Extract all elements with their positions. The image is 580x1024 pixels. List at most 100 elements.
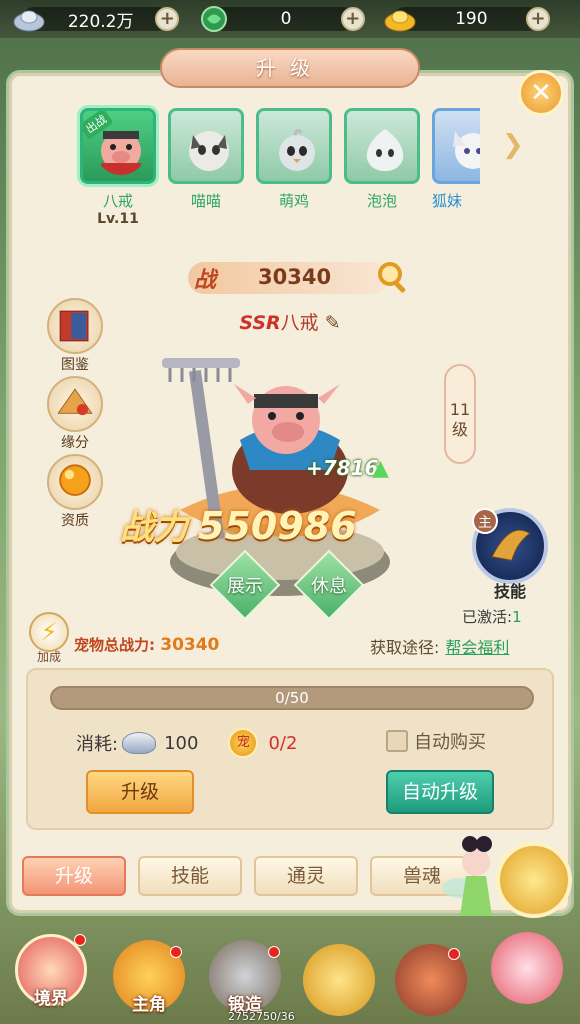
exp-readout: 2752750/36: [228, 1010, 295, 1023]
nav-realm-label: 境界: [34, 989, 68, 1009]
pet-title-name: 八戒: [280, 312, 319, 334]
fairy-guide-icon[interactable]: [440, 826, 510, 936]
atlas-label: 图鉴: [57, 354, 93, 374]
skill-activated: 已激活:1: [462, 606, 522, 627]
gold-ingot-icon: [384, 10, 416, 32]
pet-item-paopao[interactable]: 泡泡: [344, 108, 420, 227]
aptitude-label: 资质: [57, 510, 93, 530]
battle-value-bar: 战 30340: [188, 262, 388, 294]
add-silver-button[interactable]: +: [155, 7, 180, 31]
edit-icon[interactable]: ✎: [325, 312, 341, 334]
pet-avatar: 出战: [80, 108, 156, 184]
nav-realm[interactable]: 境界: [8, 934, 94, 1009]
pig-avatar-icon: [101, 131, 141, 175]
cost-label: 消耗:: [76, 734, 119, 755]
pet-token-icon: 宠: [228, 728, 259, 758]
fate-button[interactable]: 缘分: [44, 376, 106, 452]
auto-upgrade-button[interactable]: 自动升级: [386, 770, 494, 814]
notification-dot: [74, 934, 86, 946]
add-jade-button[interactable]: +: [340, 7, 365, 31]
resource-bar: 220.2万 + 0 + 190 +: [0, 0, 580, 38]
chick-avatar-icon: [279, 128, 315, 171]
nav-item-5[interactable]: [388, 944, 474, 1016]
battle-label: 战: [194, 268, 217, 293]
magnifier-icon[interactable]: [376, 260, 410, 294]
add-gold-button[interactable]: +: [525, 7, 550, 31]
level-badge: 11 级: [444, 364, 476, 464]
level-number: 11: [449, 400, 471, 419]
total-pet-power: 宠物总战力: 30340: [74, 634, 219, 655]
auto-buy-toggle[interactable]: 自动购买: [386, 728, 486, 754]
level-unit: 级: [451, 420, 468, 439]
show-label: 展示: [227, 576, 263, 597]
token-cost: 0/2: [268, 732, 298, 754]
pet-name: 泡泡: [366, 192, 397, 210]
close-button[interactable]: ✕: [518, 70, 564, 116]
pet-avatar: [344, 108, 420, 184]
total-power-label: 宠物总战力:: [74, 636, 155, 654]
nav-forge[interactable]: 锻造: [202, 940, 288, 1015]
show-button[interactable]: 展示: [209, 549, 281, 621]
pet-name: 八戒: [102, 192, 133, 210]
resource-silver: 220.2万 +: [12, 5, 180, 33]
combat-power: 战力 550986: [120, 500, 440, 548]
skill-button[interactable]: 主 技能: [470, 508, 550, 602]
atlas-button[interactable]: 图鉴: [44, 298, 106, 374]
pet-name: 喵喵: [190, 192, 221, 210]
pet-title: SSR八戒 ✎: [220, 308, 360, 334]
acquire-source: 获取途径: 帮会福利: [370, 634, 509, 658]
panel-tabs: 升级 技能 通灵 兽魂: [22, 856, 474, 896]
pet-name: 狐妹: [432, 192, 463, 210]
pet-avatar: [256, 108, 332, 184]
bonus-label: 加成: [36, 650, 61, 664]
silver-cost: 100: [164, 732, 199, 754]
skill-label: 技能: [493, 582, 526, 601]
tab-skill[interactable]: 技能: [138, 856, 242, 896]
rest-label: 休息: [311, 576, 347, 597]
upgrade-cost: 消耗: 100 宠 0/2: [76, 728, 297, 758]
tab-spirit[interactable]: 通灵: [254, 856, 358, 896]
tab-upgrade[interactable]: 升级: [22, 856, 126, 896]
pet-avatar: [432, 108, 480, 184]
pet-item-miaomiao[interactable]: 喵喵: [168, 108, 244, 227]
nav-hero-label: 主角: [132, 995, 166, 1015]
upgrade-button[interactable]: 升级: [86, 770, 194, 814]
pet-item-bajie[interactable]: 出战 八戒 Lv.11: [80, 108, 156, 227]
lightning-icon: ⚡: [40, 618, 58, 646]
pet-level: Lv.11: [97, 211, 139, 227]
total-power-value: 30340: [160, 635, 220, 655]
resource-jade: 0 +: [197, 5, 365, 33]
chevron-right-icon[interactable]: ❯: [502, 130, 528, 166]
rest-button[interactable]: 休息: [293, 549, 365, 621]
notification-dot: [448, 948, 460, 960]
pet-name: 萌鸡: [278, 192, 309, 210]
pet-list: 出战 八戒 Lv.11 喵喵 萌鸡 泡泡 狐妹: [80, 108, 500, 227]
bubble-avatar-icon: [366, 129, 404, 171]
resource-gold: 190 +: [383, 5, 550, 33]
auto-buy-checkbox[interactable]: [386, 730, 408, 752]
silver-ingot-icon: [122, 732, 157, 754]
bonus-button[interactable]: ⚡ 加成: [26, 612, 72, 665]
fate-label: 缘分: [57, 432, 93, 452]
source-label: 获取途径:: [370, 638, 440, 657]
aptitude-button[interactable]: 资质: [44, 454, 106, 530]
scroll-fan-icon: [57, 388, 93, 416]
panel-title: 升级: [160, 48, 420, 88]
nav-item-4[interactable]: [296, 944, 382, 1016]
orb-icon: [59, 464, 91, 496]
pet-item-humei[interactable]: 狐妹: [432, 108, 480, 227]
nav-hero[interactable]: 主角: [106, 940, 192, 1015]
auto-buy-label: 自动购买: [414, 732, 486, 753]
pet-avatar: [168, 108, 244, 184]
close-icon: ✕: [530, 78, 552, 108]
exp-progress-bar: 0/50: [50, 686, 534, 710]
jade-value: 0: [280, 9, 292, 29]
source-link[interactable]: 帮会福利: [445, 638, 509, 657]
pet-item-mengji[interactable]: 萌鸡: [256, 108, 332, 227]
silver-ingot-icon: [13, 10, 45, 32]
nav-item-6[interactable]: [484, 932, 570, 1004]
notification-dot: [170, 946, 182, 958]
power-gain: +7816: [306, 456, 379, 480]
rarity-label: SSR: [239, 312, 281, 334]
combat-power-value: 550986: [198, 504, 357, 548]
